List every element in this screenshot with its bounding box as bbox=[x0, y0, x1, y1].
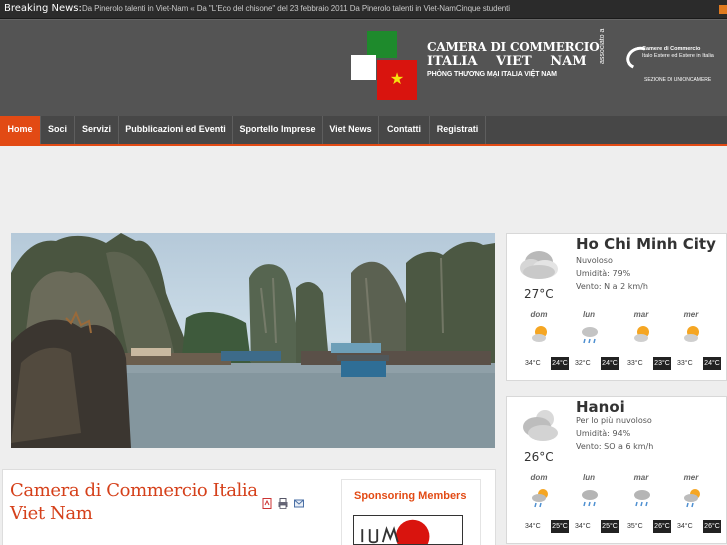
site-title-line3: PHÒNG THƯƠNG MẠI ITALIA VIỆT NAM bbox=[427, 71, 557, 78]
weather-condition: Per lo più nuvoloso bbox=[576, 416, 652, 425]
nav-item-contatti[interactable]: Contatti bbox=[379, 116, 430, 144]
forecast-low: 34°C bbox=[525, 360, 541, 367]
nav-item-soci[interactable]: Soci bbox=[41, 116, 75, 144]
nav-item-servizi[interactable]: Servizi bbox=[75, 116, 119, 144]
associato-label: associato a bbox=[599, 28, 606, 64]
partly-cloudy-sun-icon bbox=[532, 326, 547, 342]
forecast-high: 24°C bbox=[601, 357, 619, 370]
forecast-day-name: mer bbox=[683, 473, 699, 482]
forecast-low: 33°C bbox=[677, 360, 693, 367]
forecast-high: 24°C bbox=[551, 357, 569, 370]
forecast-low: 34°C bbox=[525, 523, 541, 530]
flag-logo-green bbox=[367, 31, 397, 58]
forecast-day-name: mer bbox=[683, 310, 699, 319]
forecast-low: 32°C bbox=[575, 360, 591, 367]
forecast-low: 34°C bbox=[677, 523, 693, 530]
mostly-cloudy-icon bbox=[523, 410, 558, 441]
forecast-high: 24°C bbox=[703, 357, 721, 370]
city-name: Ho Chi Minh City bbox=[576, 235, 716, 253]
partly-cloudy-sun-icon bbox=[634, 326, 649, 342]
current-temp: 26°C bbox=[524, 450, 554, 464]
forecast-day-name: dom bbox=[530, 473, 548, 482]
rain-icon bbox=[634, 490, 650, 507]
weather-condition: Nuvoloso bbox=[576, 256, 613, 265]
sponsor-box: Sponsoring Members bbox=[341, 479, 481, 545]
forecast-high: 25°C bbox=[551, 520, 569, 533]
page-title: Camera di Commercio Italia Viet Nam bbox=[10, 480, 258, 524]
forecast-day-name: lun bbox=[583, 473, 595, 482]
hero-image bbox=[11, 233, 495, 448]
city-name: Hanoi bbox=[576, 398, 625, 416]
partly-cloudy-sun-icon bbox=[684, 326, 699, 342]
email-icon[interactable] bbox=[294, 498, 304, 509]
rain-sun-icon bbox=[532, 489, 548, 508]
rain-icon bbox=[582, 490, 598, 507]
site-title-line2: ITALIA VIET NAM bbox=[427, 54, 587, 69]
forecast-high: 25°C bbox=[601, 520, 619, 533]
weather-panel-hanoi: 26°C Hanoi Per lo più nuvoloso Umidità: … bbox=[506, 396, 727, 544]
breaking-news-bar: Breaking News: Da Pinerolo talenti in Vi… bbox=[0, 0, 727, 19]
print-icon[interactable] bbox=[278, 498, 288, 509]
forecast-high: 26°C bbox=[653, 520, 671, 533]
weather-humidity: Umidità: 94% bbox=[576, 429, 631, 438]
pdf-icon[interactable] bbox=[262, 498, 272, 509]
weather-wind: Vento: SO a 6 km/h bbox=[576, 442, 654, 451]
rain-icon bbox=[582, 327, 598, 344]
forecast-low: 33°C bbox=[627, 360, 643, 367]
breaking-news-ticker[interactable]: Da Pinerolo talenti in Viet-Nam « Da "L'… bbox=[82, 4, 510, 13]
nav-item-home[interactable]: Home bbox=[0, 116, 41, 144]
forecast-day-name: lun bbox=[583, 310, 595, 319]
site-header: ★ CAMERA DI COMMERCIO ITALIA VIET NAM PH… bbox=[0, 19, 727, 116]
unioncamere-line2: Italo Estere ed Estere in Italia bbox=[642, 53, 714, 59]
weather-panel-hcmc: 27°C Ho Chi Minh City Nuvoloso Umidità: … bbox=[506, 233, 727, 381]
nav-item-registrati[interactable]: Registrati bbox=[430, 116, 486, 144]
main-nav: Home Soci Servizi Pubblicazioni ed Event… bbox=[0, 116, 727, 146]
star-icon: ★ bbox=[389, 71, 405, 88]
sponsor-logo[interactable] bbox=[353, 515, 463, 545]
sponsor-title: Sponsoring Members bbox=[354, 490, 467, 502]
current-temp: 27°C bbox=[524, 287, 554, 301]
site-title-line1: CAMERA DI COMMERCIO bbox=[427, 40, 600, 54]
nav-item-sportello[interactable]: Sportello Imprese bbox=[233, 116, 323, 144]
content-panel: Camera di Commercio Italia Viet Nam Spon… bbox=[2, 469, 496, 545]
nav-item-pubblicazioni[interactable]: Pubblicazioni ed Eventi bbox=[119, 116, 233, 144]
unioncamere-line1: Camere di Commercio bbox=[642, 46, 701, 52]
forecast-high: 26°C bbox=[703, 520, 721, 533]
breaking-news-label: Breaking News: bbox=[4, 3, 82, 14]
forecast-low: 34°C bbox=[575, 523, 591, 530]
rain-sun-icon bbox=[684, 489, 700, 508]
cloudy-icon bbox=[520, 251, 558, 279]
forecast-high: 23°C bbox=[653, 357, 671, 370]
forecast-low: 35°C bbox=[627, 523, 643, 530]
unioncamere-line3: SEZIONE DI UNIONCAMERE bbox=[644, 77, 712, 83]
weather-humidity: Umidità: 79% bbox=[576, 269, 631, 278]
rss-icon[interactable] bbox=[719, 5, 727, 14]
forecast-day-name: dom bbox=[530, 310, 548, 319]
forecast-day-name: mar bbox=[633, 310, 649, 319]
forecast-day-name: mar bbox=[633, 473, 649, 482]
flag-logo-white bbox=[351, 55, 376, 80]
nav-item-viet-news[interactable]: Viet News bbox=[323, 116, 379, 144]
weather-wind: Vento: N a 2 km/h bbox=[576, 282, 648, 291]
